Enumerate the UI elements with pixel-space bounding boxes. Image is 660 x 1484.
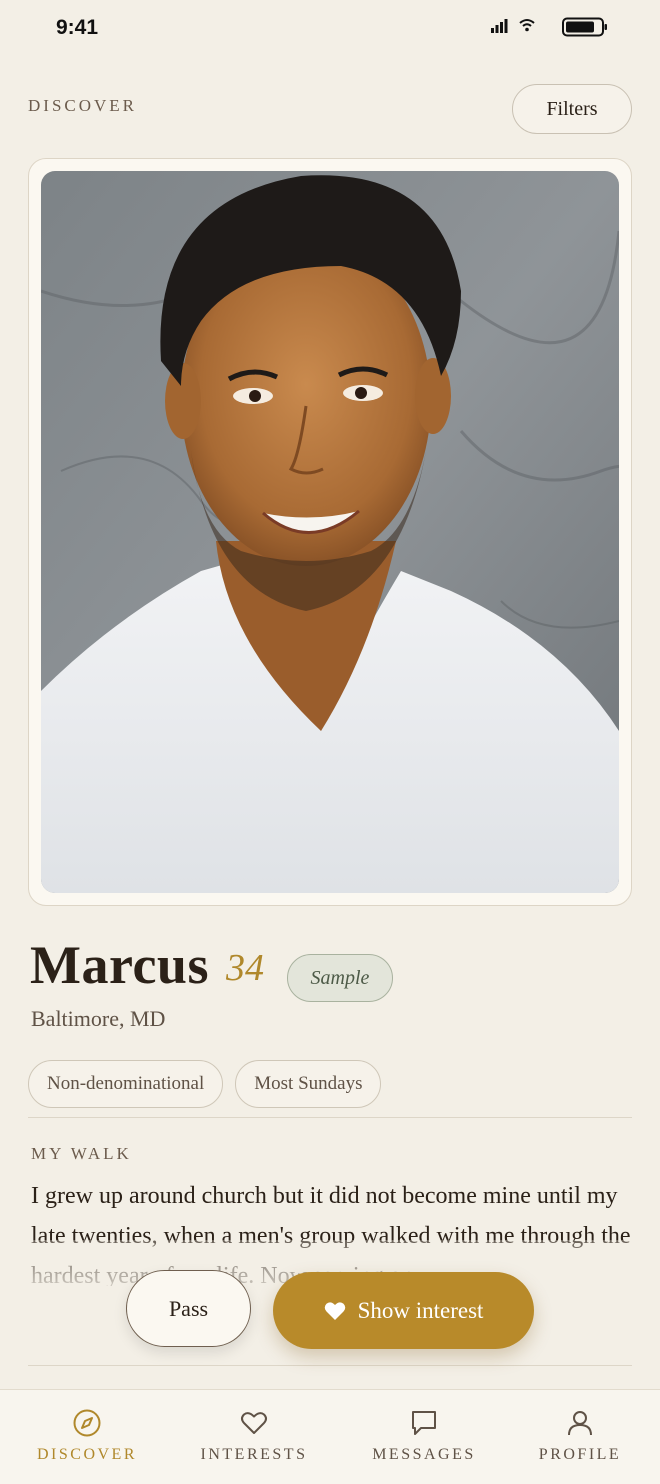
profile-photo (41, 171, 619, 893)
divider (28, 1117, 632, 1118)
tab-label: PROFILE (538, 1446, 622, 1463)
tab-label: INTERESTS (200, 1446, 308, 1463)
heart-icon (324, 1301, 345, 1320)
tab-discover[interactable]: DISCOVER (12, 1390, 162, 1484)
tab-messages[interactable]: MESSAGES (349, 1390, 499, 1484)
cellular-signal-icon (491, 19, 508, 33)
tab-label: DISCOVER (36, 1446, 137, 1463)
profile-photo-illustration (41, 171, 619, 893)
tab-interests[interactable]: INTERESTS (179, 1390, 329, 1484)
profile-age: 34 (226, 947, 264, 989)
profile-location: Baltimore, MD (31, 1006, 166, 1031)
battery-icon (562, 17, 607, 37)
status-time: 9:41 (56, 16, 99, 39)
show-interest-label: Show interest (357, 1297, 484, 1323)
wifi-icon (519, 19, 535, 32)
profile-name-row: Marcus 34 Sample (30, 934, 630, 1004)
show-interest-button[interactable]: Show interest (273, 1272, 534, 1349)
tag-attendance: Most Sundays (235, 1060, 382, 1108)
chat-bubble-icon (412, 1411, 436, 1435)
tab-bar: DISCOVER INTERESTS MESSAGES PROFILE (0, 1389, 660, 1484)
page-title: DISCOVER (28, 96, 138, 115)
person-icon (568, 1411, 592, 1436)
section-heading-my-walk: MY WALK (31, 1144, 132, 1163)
tag-denomination: Non-denominational (28, 1060, 224, 1108)
sample-badge: Sample (287, 954, 393, 1002)
compass-icon (73, 1409, 101, 1437)
filters-button[interactable]: Filters (512, 84, 632, 134)
heart-outline-icon (241, 1412, 267, 1434)
pass-button[interactable]: Pass (126, 1270, 251, 1347)
status-bar: 9:41 (0, 0, 660, 56)
tab-label: MESSAGES (372, 1446, 476, 1463)
divider (28, 1365, 632, 1366)
tab-profile[interactable]: PROFILE (505, 1390, 655, 1484)
profile-tags: Non-denominational Most Sundays (28, 1060, 382, 1108)
profile-name: Marcus (30, 935, 209, 995)
profile-photo-card[interactable] (28, 158, 632, 906)
header: DISCOVER Filters (0, 84, 660, 134)
